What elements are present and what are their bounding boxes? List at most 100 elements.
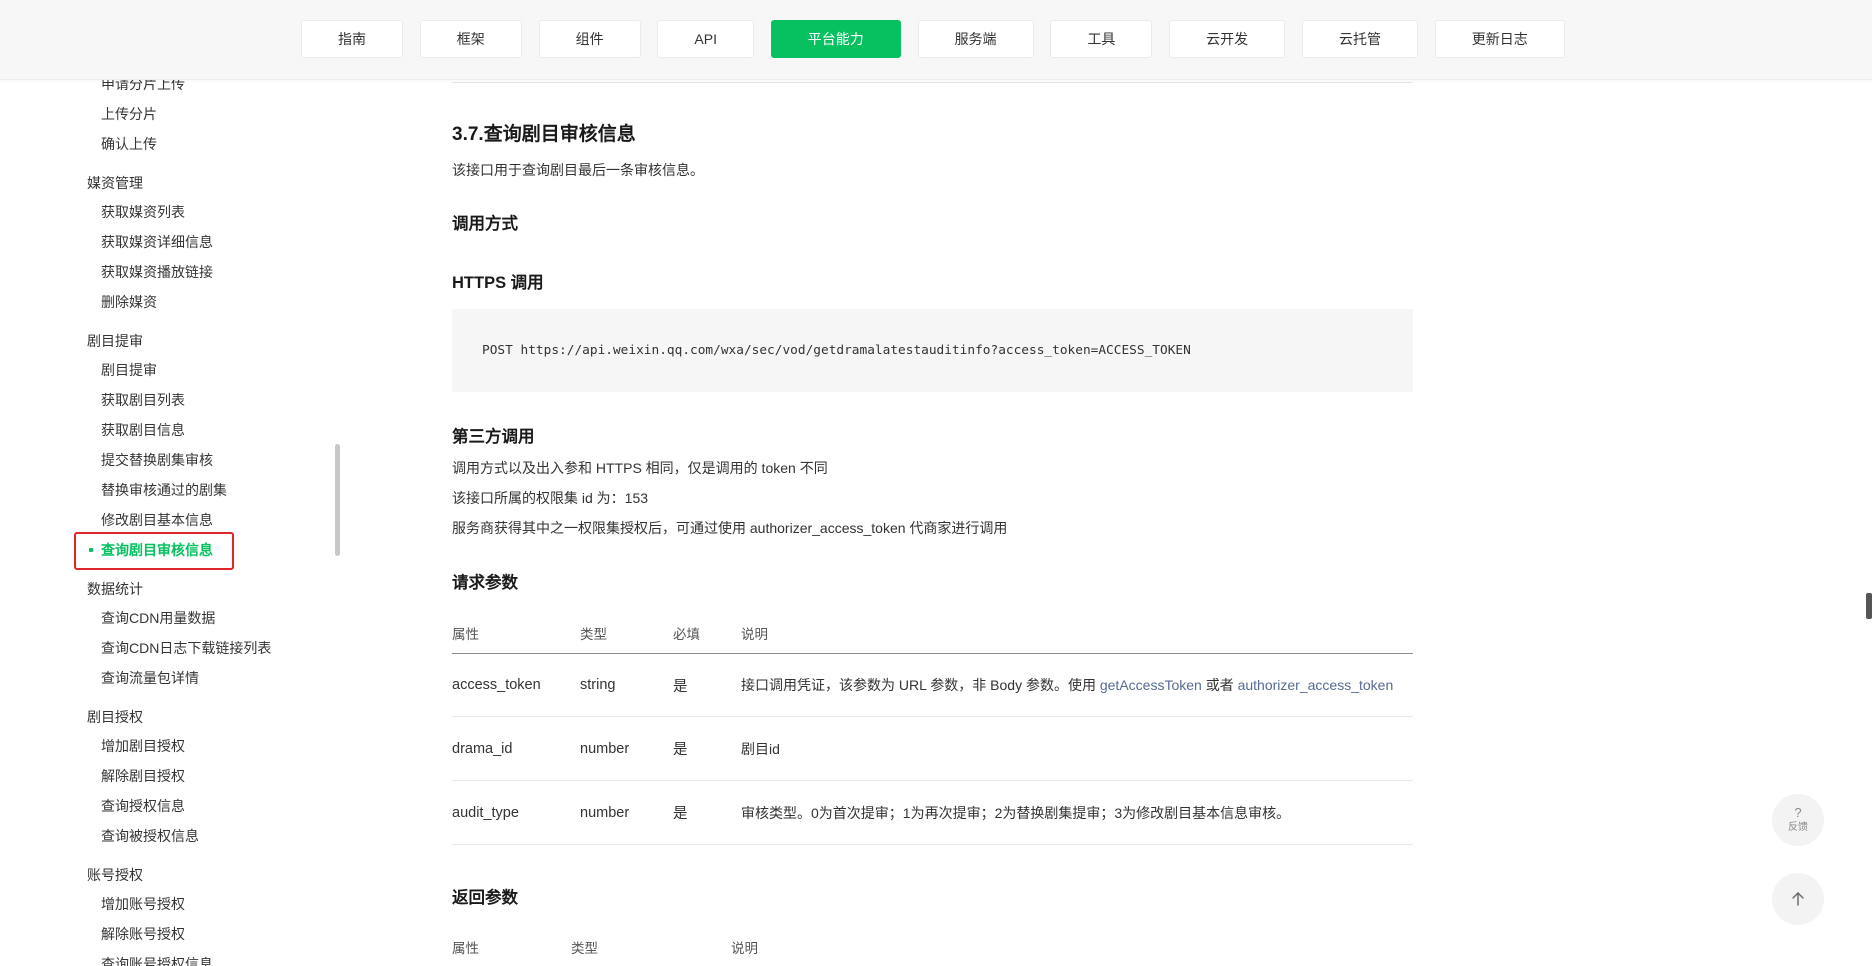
authorizer-access-token-link[interactable]: authorizer_access_token [1238, 677, 1394, 693]
permission-set-note: 该接口所属的权限集 id 为：153 [452, 490, 649, 506]
article: 3.7.查询剧目审核信息 该接口用于查询剧目最后一条审核信息。 调用方式 HTT… [452, 0, 1413, 966]
sidebar-item-submit-episode-replacement[interactable]: 提交替换剧集审核 [0, 445, 330, 475]
sidebar-item-get-media-play-link[interactable]: 获取媒资播放链接 [0, 257, 330, 287]
third-party-call-heading: 第三方调用 [452, 428, 535, 446]
param-required: 是 [673, 742, 688, 758]
sidebar-item-replace-approved-episodes[interactable]: 替换审核通过的剧集 [0, 475, 330, 505]
active-item-bullet [89, 548, 93, 552]
third-party-note: 调用方式以及出入参和 HTTPS 相同，仅是调用的 token 不同 [452, 460, 828, 476]
top-nav-bar: 指南 框架 组件 API 平台能力 服务端 工具 云开发 云托管 更新日志 [0, 0, 1872, 80]
column-header-description: 说明 [741, 626, 768, 642]
sidebar-item-add-drama-authorization[interactable]: 增加剧目授权 [0, 731, 330, 761]
nav-tab-framework[interactable]: 框架 [419, 20, 522, 58]
column-header-description: 说明 [731, 940, 758, 956]
arrow-up-icon [1792, 892, 1804, 906]
param-name: audit_type [452, 804, 519, 821]
response-params-table: 属性 类型 说明 [452, 927, 1413, 966]
param-required: 是 [673, 806, 688, 822]
nav-tab-api[interactable]: API [657, 20, 754, 58]
https-request-code: POST https://api.weixin.qq.com/wxa/sec/v… [452, 309, 1413, 392]
help-icon: ? [1794, 805, 1802, 820]
param-description-joiner: 或者 [1205, 677, 1234, 693]
sidebar-heading-data-statistics[interactable]: 数据统计 [0, 575, 330, 603]
sidebar-item-query-drama-audit-info[interactable]: 查询剧目审核信息 [0, 532, 330, 570]
sidebar-group-account-authorization: 账号授权 增加账号授权 解除账号授权 查询账号授权信息 [0, 861, 330, 966]
api-description: 该接口用于查询剧目最后一条审核信息。 [452, 162, 704, 178]
table-header-row: 属性 类型 说明 [452, 927, 1413, 966]
param-type: string [580, 677, 616, 693]
page-title: 3.7.查询剧目审核信息 [452, 124, 636, 145]
previous-table-bottom-rule [452, 82, 1413, 83]
feedback-button[interactable]: ? 反馈 [1772, 794, 1824, 846]
sidebar-heading-media-management[interactable]: 媒资管理 [0, 169, 330, 197]
call-method-heading: 调用方式 [452, 215, 518, 233]
param-description: 剧目id [741, 740, 780, 757]
param-name: access_token [452, 677, 541, 693]
sidebar-group-data-statistics: 数据统计 查询CDN用量数据 查询CDN日志下载链接列表 查询流量包详情 [0, 575, 330, 693]
sidebar: 申请分片上传 上传分片 确认上传 媒资管理 获取媒资列表 获取媒资详细信息 获取… [0, 0, 345, 966]
param-description-text: 接口调用凭证，该参数为 URL 参数，非 Body 参数。使用 [741, 677, 1096, 693]
column-header-attribute: 属性 [452, 626, 479, 642]
sidebar-item-query-authorization-info[interactable]: 查询授权信息 [0, 791, 330, 821]
table-header-row: 属性 类型 必填 说明 [452, 612, 1413, 654]
table-row: audit_type number 是 审核类型。0为首次提审；1为再次提审；2… [452, 781, 1413, 845]
sidebar-item-get-media-detail[interactable]: 获取媒资详细信息 [0, 227, 330, 257]
sidebar-item-query-cdn-log-links[interactable]: 查询CDN日志下载链接列表 [0, 633, 330, 663]
https-call-heading: HTTPS 调用 [452, 274, 544, 292]
sidebar-menu: 申请分片上传 上传分片 确认上传 媒资管理 获取媒资列表 获取媒资详细信息 获取… [0, 69, 330, 966]
column-header-type: 类型 [580, 626, 607, 642]
sidebar-heading-drama-submission[interactable]: 剧目提审 [0, 327, 330, 355]
request-params-heading: 请求参数 [452, 574, 518, 592]
param-description: 审核类型。0为首次提审；1为再次提审；2为替换剧集提审；3为修改剧目基本信息审核… [741, 804, 1291, 821]
sidebar-group-drama-submission: 剧目提审 剧目提审 获取剧目列表 获取剧目信息 提交替换剧集审核 替换审核通过的… [0, 327, 330, 570]
column-header-attribute: 属性 [452, 940, 479, 956]
sidebar-group-upload: 申请分片上传 上传分片 确认上传 [0, 69, 330, 159]
column-header-required: 必填 [673, 626, 700, 642]
param-description-line: 接口调用凭证，该参数为 URL 参数，非 Body 参数。使用 getAcces… [741, 675, 1393, 695]
param-type: number [580, 740, 630, 757]
feedback-label: 反馈 [1788, 822, 1808, 833]
get-access-token-link[interactable]: getAccessToken [1100, 677, 1202, 693]
param-name: drama_id [452, 740, 513, 757]
sidebar-heading-drama-authorization[interactable]: 剧目授权 [0, 703, 330, 731]
sidebar-item-query-authorized-info[interactable]: 查询被授权信息 [0, 821, 330, 851]
param-description: 接口调用凭证，该参数为 URL 参数，非 Body 参数。使用 getAcces… [741, 654, 1393, 716]
nav-tab-changelog[interactable]: 更新日志 [1434, 20, 1565, 58]
sidebar-item-query-cdn-usage[interactable]: 查询CDN用量数据 [0, 603, 330, 633]
sidebar-item-add-account-authorization[interactable]: 增加账号授权 [0, 889, 330, 919]
sidebar-item-query-traffic-package[interactable]: 查询流量包详情 [0, 663, 330, 693]
sidebar-item-confirm-upload[interactable]: 确认上传 [0, 129, 330, 159]
main-nav: 指南 框架 组件 API 平台能力 服务端 工具 云开发 云托管 更新日志 [301, 20, 1565, 58]
nav-tab-platform-capabilities[interactable]: 平台能力 [770, 20, 901, 58]
sidebar-item-upload-part[interactable]: 上传分片 [0, 99, 330, 129]
nav-tab-server[interactable]: 服务端 [917, 20, 1034, 58]
nav-tab-cloud-development[interactable]: 云开发 [1169, 20, 1286, 58]
sidebar-item-list-media[interactable]: 获取媒资列表 [0, 197, 330, 227]
sidebar-item-label: 查询剧目审核信息 [101, 542, 213, 558]
sidebar-item-query-account-authorization-info[interactable]: 查询账号授权信息 [0, 949, 330, 966]
nav-tab-tools[interactable]: 工具 [1050, 20, 1153, 58]
nav-tab-components[interactable]: 组件 [538, 20, 641, 58]
table-row: drama_id number 是 剧目id [452, 717, 1413, 781]
sidebar-item-modify-drama-info[interactable]: 修改剧目基本信息 [0, 505, 330, 535]
authorizer-token-note: 服务商获得其中之一权限集授权后，可通过使用 authorizer_access_… [452, 520, 1008, 536]
param-required: 是 [673, 678, 688, 695]
sidebar-group-drama-authorization: 剧目授权 增加剧目授权 解除剧目授权 查询授权信息 查询被授权信息 [0, 703, 330, 851]
nav-tab-cloud-hosting[interactable]: 云托管 [1301, 20, 1418, 58]
nav-tab-guide[interactable]: 指南 [301, 20, 403, 58]
page-scrollbar-thumb[interactable] [1866, 593, 1872, 619]
sidebar-heading-account-authorization[interactable]: 账号授权 [0, 861, 330, 889]
sidebar-item-delete-media[interactable]: 删除媒资 [0, 287, 330, 317]
table-row: access_token string 是 接口调用凭证，该参数为 URL 参数… [452, 654, 1413, 717]
sidebar-item-list-dramas[interactable]: 获取剧目列表 [0, 385, 330, 415]
sidebar-item-remove-account-authorization[interactable]: 解除账号授权 [0, 919, 330, 949]
request-params-table: 属性 类型 必填 说明 access_token string 是 接口调用凭证… [452, 612, 1413, 845]
sidebar-item-submit-drama[interactable]: 剧目提审 [0, 355, 330, 385]
sidebar-group-media-management: 媒资管理 获取媒资列表 获取媒资详细信息 获取媒资播放链接 删除媒资 [0, 169, 330, 317]
sidebar-scrollbar-thumb[interactable] [335, 444, 340, 556]
sidebar-item-remove-drama-authorization[interactable]: 解除剧目授权 [0, 761, 330, 791]
response-params-heading: 返回参数 [452, 889, 518, 907]
sidebar-item-get-drama-info[interactable]: 获取剧目信息 [0, 415, 330, 445]
column-header-type: 类型 [571, 940, 598, 956]
back-to-top-button[interactable] [1772, 873, 1824, 925]
